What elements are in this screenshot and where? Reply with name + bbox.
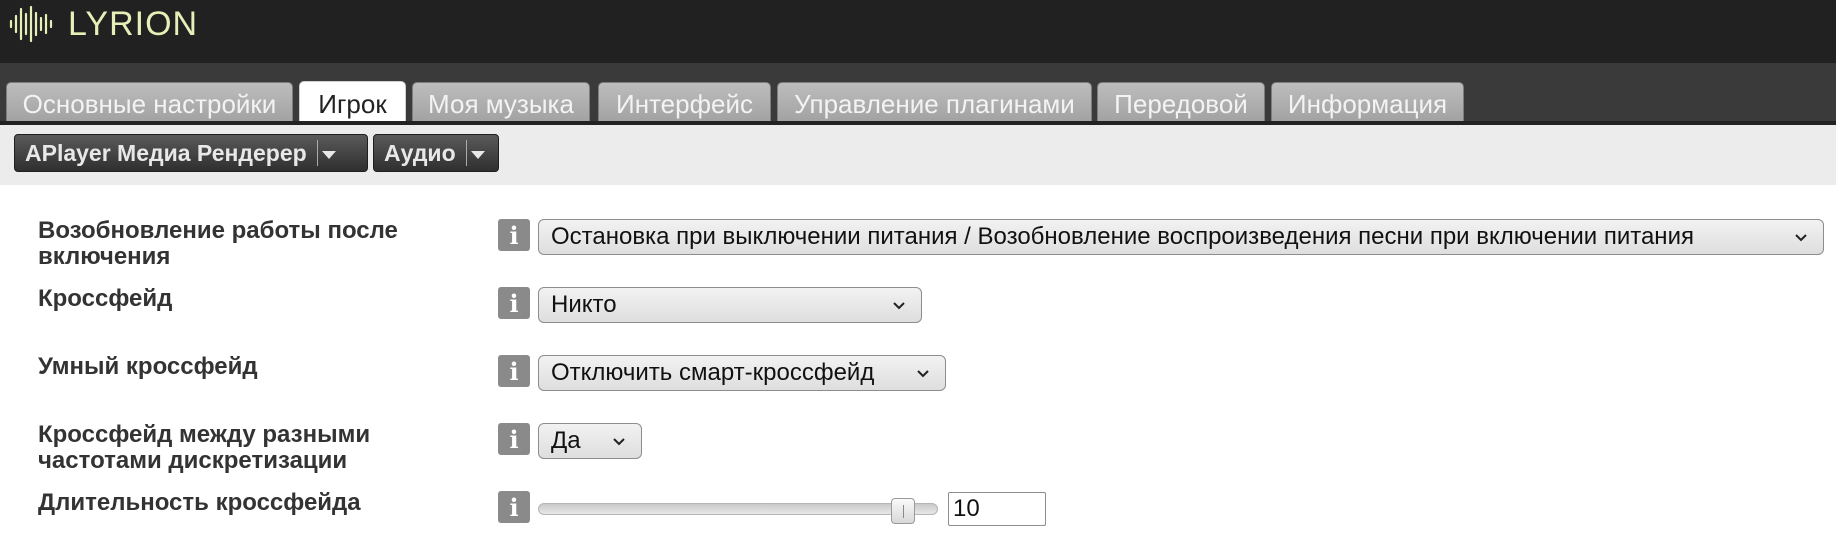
crossfade-duration-input[interactable]: [948, 492, 1046, 526]
power-on-resume-select[interactable]: Остановка при выключении питания / Возоб…: [538, 219, 1824, 255]
crossfade-duration-slider[interactable]: [538, 498, 938, 524]
crossfade-duration-label: Длительность кроссфейда: [38, 489, 361, 516]
power-on-resume-label: Возобновление работы после включения: [38, 218, 398, 270]
crossfade-samplerate-value: Да: [551, 427, 581, 454]
tab-interface[interactable]: Интерфейс: [598, 82, 771, 126]
power-on-resume-label-line2: включения: [38, 243, 171, 270]
menu-separator: [316, 140, 318, 166]
info-icon[interactable]: i: [498, 355, 530, 387]
tab-basic-settings[interactable]: Основные настройки: [6, 82, 293, 126]
crossfade-samplerate-label-line1: Кроссфейд между разными: [38, 421, 371, 448]
settings-tab-bar: Основные настройки Игрок Моя музыка Инте…: [0, 63, 1836, 127]
slider-thumb[interactable]: [891, 498, 915, 524]
tab-advanced[interactable]: Передовой: [1097, 82, 1265, 126]
crossfade-select[interactable]: Никто: [538, 287, 922, 323]
chevron-down-icon: [893, 302, 905, 310]
info-icon[interactable]: i: [498, 219, 530, 251]
crossfade-samplerate-select[interactable]: Да: [538, 423, 642, 459]
power-on-resume-value: Остановка при выключении питания / Возоб…: [551, 223, 1694, 250]
info-icon[interactable]: i: [498, 423, 530, 455]
smart-crossfade-select[interactable]: Отключить смарт-кроссфейд: [538, 355, 946, 391]
info-icon[interactable]: i: [498, 491, 530, 523]
caret-down-icon: [321, 151, 336, 159]
smart-crossfade-value: Отключить смарт-кроссфейд: [551, 359, 875, 386]
app-header: LYRION: [0, 0, 1836, 63]
info-icon[interactable]: i: [498, 287, 530, 319]
chevron-down-icon: [1795, 234, 1807, 242]
crossfade-samplerate-label-line2: частотами дискретизации: [38, 447, 348, 474]
tab-information[interactable]: Информация: [1271, 82, 1464, 126]
crossfade-samplerate-label: Кроссфейд между разными частотами дискре…: [38, 422, 370, 474]
section-select-menu[interactable]: Аудио: [373, 134, 499, 172]
player-select-label: APlayer Медиа Рендерер: [25, 139, 307, 166]
chevron-down-icon: [613, 438, 625, 446]
tab-my-music[interactable]: Моя музыка: [412, 82, 590, 126]
app-logo[interactable]: LYRION: [8, 4, 198, 44]
section-select-label: Аудио: [384, 139, 456, 166]
app-name: LYRION: [68, 4, 199, 43]
caret-down-icon: [470, 151, 485, 159]
player-select-menu[interactable]: APlayer Медиа Рендерер: [14, 134, 368, 172]
smart-crossfade-label: Умный кроссфейд: [38, 353, 258, 380]
tab-plugin-management[interactable]: Управление плагинами: [777, 82, 1092, 126]
crossfade-value: Никто: [551, 291, 617, 318]
chevron-down-icon: [917, 370, 929, 378]
menu-separator: [465, 140, 467, 166]
sub-toolbar: APlayer Медиа Рендерер Аудио: [0, 125, 1836, 185]
slider-track[interactable]: [538, 503, 938, 515]
crossfade-label: Кроссфейд: [38, 285, 173, 312]
power-on-resume-label-line1: Возобновление работы после: [38, 217, 398, 244]
waveform-logo-icon: [9, 5, 53, 43]
